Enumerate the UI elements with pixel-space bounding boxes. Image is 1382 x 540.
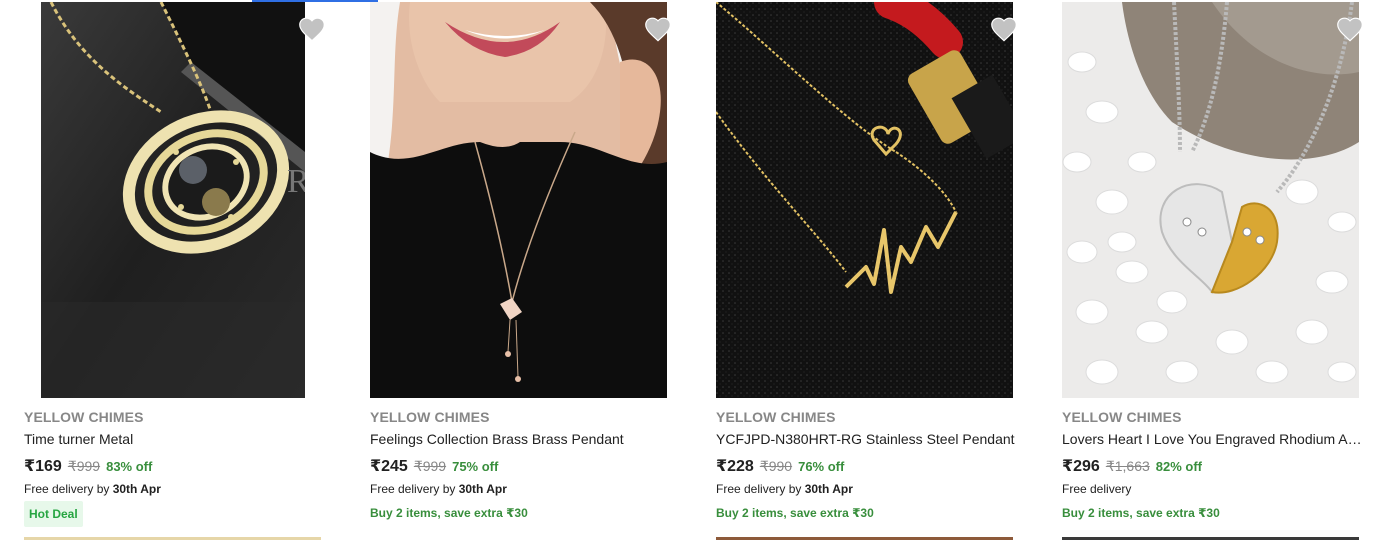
product-info: YELLOW CHIMES Time turner Metal ₹169 ₹999… (24, 408, 324, 527)
product-card[interactable]: YELLOW CHIMES Lovers Heart I Love You En… (1038, 0, 1382, 540)
product-discount: 76% off (798, 459, 845, 474)
product-title[interactable]: YCFJPD-N380HRT-RG Stainless Steel Pendan… (716, 429, 1016, 449)
price-row: ₹296 ₹1,663 82% off (1062, 455, 1362, 477)
product-discount: 75% off (452, 459, 499, 474)
delivery-info: Free delivery by 30th Apr (716, 481, 1016, 497)
bundle-offer: Buy 2 items, save extra ₹30 (716, 506, 874, 520)
product-info: YELLOW CHIMES YCFJPD-N380HRT-RG Stainles… (716, 408, 1016, 521)
product-image[interactable] (370, 2, 667, 398)
product-info: YELLOW CHIMES Feelings Collection Brass … (370, 408, 670, 521)
product-brand: YELLOW CHIMES (370, 409, 490, 425)
product-image[interactable]: R (41, 2, 305, 398)
product-price: ₹228 (716, 458, 754, 475)
delivery-date: 30th Apr (458, 482, 507, 496)
wishlist-heart-icon[interactable] (644, 16, 672, 42)
delivery-info: Free delivery by 30th Apr (370, 481, 670, 497)
heartbeat-necklace-image (716, 2, 1013, 398)
svg-text:R: R (287, 163, 305, 200)
product-mrp: ₹999 (67, 458, 101, 474)
delivery-date: 30th Apr (804, 482, 853, 496)
product-image[interactable] (1062, 2, 1359, 398)
delivery-date: 30th Apr (112, 482, 161, 496)
hot-deal-badge: Hot Deal (24, 501, 83, 527)
product-card[interactable]: YELLOW CHIMES Feelings Collection Brass … (346, 0, 692, 540)
price-row: ₹169 ₹999 83% off (24, 455, 324, 477)
product-mrp: ₹1,663 (1105, 458, 1150, 474)
bundle-offer: Buy 2 items, save extra ₹30 (370, 506, 528, 520)
product-image[interactable] (716, 2, 1013, 398)
product-grid: R YELLOW CHIMES Time turner Metal ₹169 ₹9… (0, 0, 1382, 540)
product-info: YELLOW CHIMES Lovers Heart I Love You En… (1062, 408, 1362, 521)
product-title[interactable]: Feelings Collection Brass Brass Pendant (370, 429, 670, 449)
price-row: ₹245 ₹999 75% off (370, 455, 670, 477)
delivery-prefix: Free delivery by (370, 482, 459, 496)
product-card[interactable]: YELLOW CHIMES YCFJPD-N380HRT-RG Stainles… (692, 0, 1038, 540)
product-price: ₹169 (24, 458, 62, 475)
product-mrp: ₹999 (413, 458, 447, 474)
product-price: ₹296 (1062, 458, 1100, 475)
necklace-pendant-image: R (41, 2, 305, 398)
product-discount: 83% off (106, 459, 153, 474)
product-title[interactable]: Lovers Heart I Love You Engraved Rhodium… (1062, 429, 1362, 449)
product-mrp: ₹990 (759, 458, 793, 474)
wishlist-heart-icon[interactable] (298, 16, 326, 42)
heart-pendant-image (1062, 2, 1359, 398)
delivery-prefix: Free delivery (1062, 482, 1132, 496)
delivery-prefix: Free delivery by (24, 482, 113, 496)
wishlist-heart-icon[interactable] (990, 16, 1018, 42)
delivery-prefix: Free delivery by (716, 482, 805, 496)
product-brand: YELLOW CHIMES (24, 409, 144, 425)
bundle-offer: Buy 2 items, save extra ₹30 (1062, 506, 1220, 520)
delivery-info: Free delivery (1062, 481, 1362, 497)
delivery-info: Free delivery by 30th Apr (24, 481, 324, 497)
price-row: ₹228 ₹990 76% off (716, 455, 1016, 477)
necklace-model-image (370, 2, 667, 398)
wishlist-heart-icon[interactable] (1336, 16, 1364, 42)
product-brand: YELLOW CHIMES (1062, 409, 1182, 425)
product-discount: 82% off (1155, 459, 1203, 474)
product-price: ₹245 (370, 458, 408, 475)
product-title[interactable]: Time turner Metal (24, 429, 324, 449)
product-brand: YELLOW CHIMES (716, 409, 836, 425)
product-card[interactable]: R YELLOW CHIMES Time turner Metal ₹169 ₹9… (0, 0, 346, 540)
